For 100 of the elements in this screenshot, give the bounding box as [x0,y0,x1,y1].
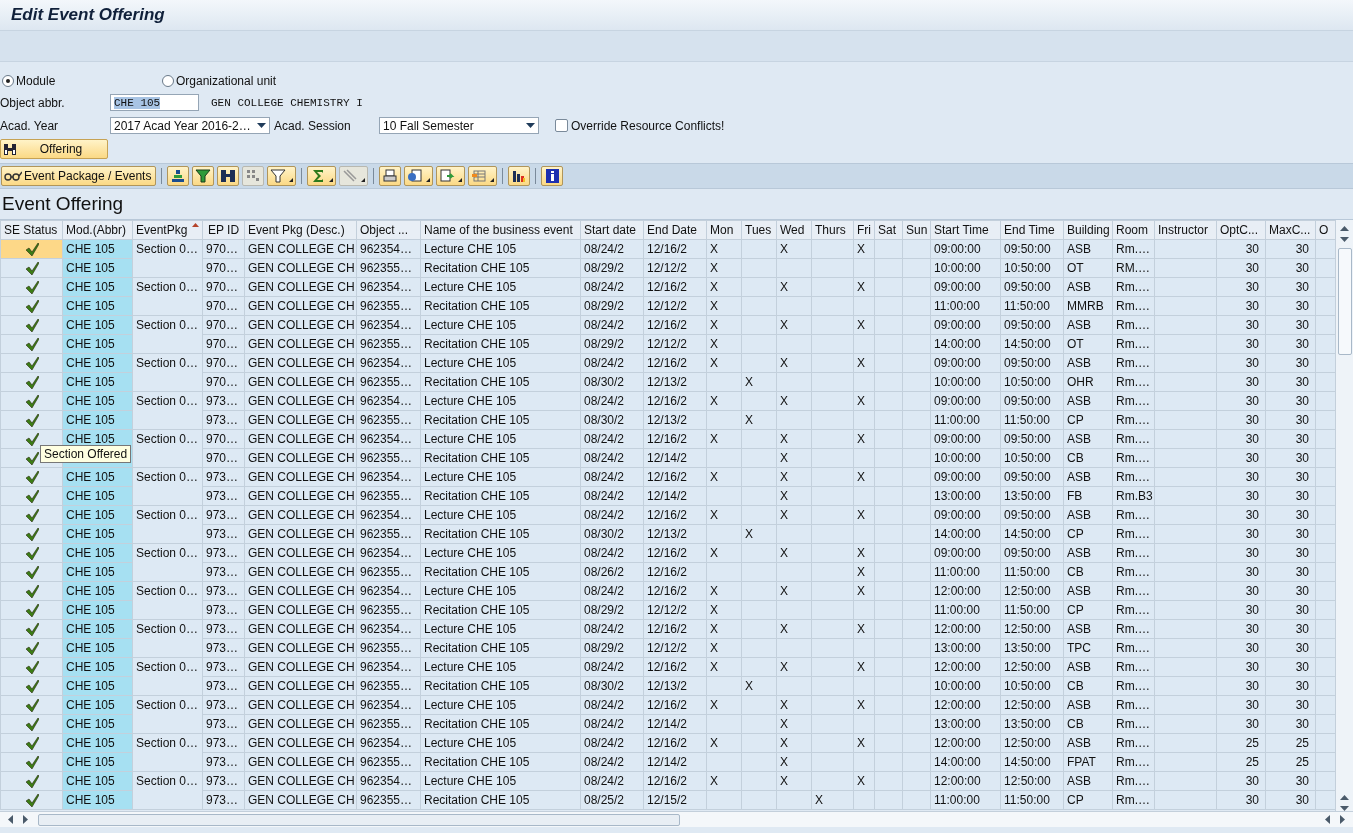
toolbar-button[interactable] [379,166,402,186]
dropdown-arrow-icon [257,123,266,128]
check-icon [24,356,39,370]
column-header[interactable]: EP ID [202,220,245,240]
caret-icon [490,178,495,182]
column-header[interactable]: Object ... [356,220,421,240]
tooltip: Section Offered [40,445,132,463]
column-header[interactable]: Fri [853,220,875,240]
check-icon [24,641,39,655]
export-icon [439,168,456,184]
column-header[interactable]: EventPkg [132,220,203,240]
check-icon [24,242,39,256]
check-icon [24,698,39,712]
check-icon [24,679,39,693]
column-header[interactable]: Wed [776,220,812,240]
check-icon [24,413,39,427]
table-title: Event Offering [2,193,124,215]
column-header[interactable]: Instructor [1154,220,1217,240]
check-icon [24,318,39,332]
scroll-left-icon [1325,815,1330,824]
table-cell: Section 0… [132,695,203,734]
grid-icon [245,168,262,184]
check-icon [24,470,39,484]
check-icon [24,375,39,389]
check-icon [24,546,39,560]
table-cell: Section 0… [132,391,203,430]
binoculars-icon [220,168,237,184]
scroll-left-icon [8,815,13,824]
filter-icon [195,168,212,184]
column-header[interactable]: End Time [1000,220,1064,240]
check-icon [24,660,39,674]
table-cell: Section 0… [132,733,203,772]
scroll-up-icon [1340,226,1349,231]
info-icon [544,168,561,184]
print-icon [382,168,399,184]
check-icon [24,489,39,503]
check-icon [24,565,39,579]
column-header[interactable]: Sun [902,220,931,240]
object-field[interactable]: CHE 105 [110,94,199,111]
scroll-right-icon [23,815,28,824]
radio-option[interactable]: Organizational unit [160,74,320,88]
column-header[interactable]: Name of the business event [420,220,581,240]
dropdown-field[interactable]: 10 Fall Semester [379,117,539,134]
toolbar-button[interactable] [167,166,190,186]
table-cell: Section 0… [132,543,203,582]
table-cell: Section 0… [132,619,203,658]
layout-icon [471,168,488,184]
check-icon [24,280,39,294]
vertical-scrollbar[interactable] [1335,220,1353,811]
offering-button[interactable]: Offering [0,139,108,159]
table-cell: Section 0… [132,429,203,468]
binoculars-icon [3,142,17,156]
radio-option[interactable]: Module [0,74,160,88]
column-header[interactable]: MaxC... [1265,220,1316,240]
column-header[interactable]: Building [1063,220,1113,240]
caret-icon [329,178,334,182]
check-icon [24,622,39,636]
toolbar-button[interactable] [508,166,531,186]
check-icon [24,337,39,351]
column-header[interactable]: SE Status [0,220,63,240]
event-package-button[interactable]: Event Package / Events [1,166,157,186]
column-header[interactable]: OptC... [1216,220,1266,240]
scroll-thumb[interactable] [38,813,680,826]
field-label: Acad. Year [0,118,60,133]
column-header[interactable]: Mod.(Abbr) [62,220,133,240]
check-icon [24,755,39,769]
scroll-thumb[interactable] [1337,248,1352,355]
toolbar-button[interactable] [541,166,564,186]
column-header[interactable]: Room [1112,220,1155,240]
window-title: Edit Event Offering [11,5,165,25]
scroll-down-icon [1340,237,1349,242]
toolbar-button[interactable] [267,166,297,186]
check-icon [24,717,39,731]
toolbar-button[interactable] [217,166,240,186]
column-header[interactable]: Mon [706,220,742,240]
check-icon [24,261,39,275]
table-cell: Section 0… [132,505,203,544]
caret-icon [361,178,366,182]
document-view-icon [407,168,424,184]
check-icon [24,299,39,313]
column-header[interactable]: Start Time [930,220,1001,240]
column-header[interactable]: Thurs [811,220,854,240]
table-cell: Section 0… [132,277,203,316]
column-header[interactable]: Tues [741,220,777,240]
field-label: Acad. Session [274,118,352,133]
column-header[interactable]: End Date [643,220,707,240]
check-icon [24,603,39,617]
table-cell: Section 0… [132,315,203,354]
dropdown-field[interactable]: 2017 Acad Year 2016-2… [110,117,270,134]
horizontal-scrollbar[interactable] [0,811,1353,827]
check-icon [24,508,39,522]
column-header[interactable]: Sat [874,220,903,240]
caret-icon [289,178,294,182]
override-checkbox[interactable]: Override Resource Conflicts! [555,118,725,133]
column-header[interactable]: Start date [580,220,644,240]
field-label: Object abbr. [0,95,66,110]
toolbar-button[interactable] [192,166,215,186]
check-icon [24,451,39,465]
column-header[interactable]: Event Pkg (Desc.) [244,220,357,240]
table-cell: Section 0… [132,467,203,506]
